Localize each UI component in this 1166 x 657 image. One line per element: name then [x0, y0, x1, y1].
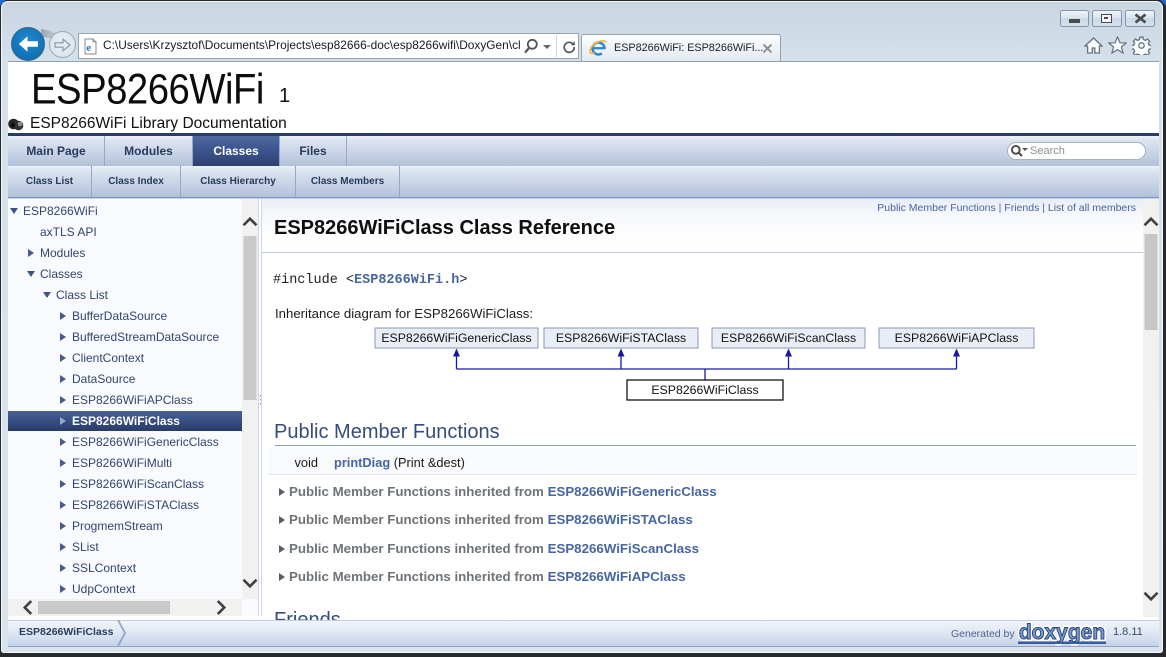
svg-text:ESP8266WiFiClass: ESP8266WiFiClass [651, 383, 758, 397]
svg-text:ESP8266WiFiGenericClass: ESP8266WiFiGenericClass [381, 331, 531, 345]
svg-text:e: e [86, 42, 91, 54]
svg-text:doxygen: doxygen [1019, 621, 1105, 644]
svg-text:ESP8266WiFiAPClass: ESP8266WiFiAPClass [895, 331, 1019, 345]
svg-text:ESP8266WiFiSTAClass: ESP8266WiFiSTAClass [556, 331, 686, 345]
svg-text:ESP8266WiFiScanClass: ESP8266WiFiScanClass [721, 331, 856, 345]
